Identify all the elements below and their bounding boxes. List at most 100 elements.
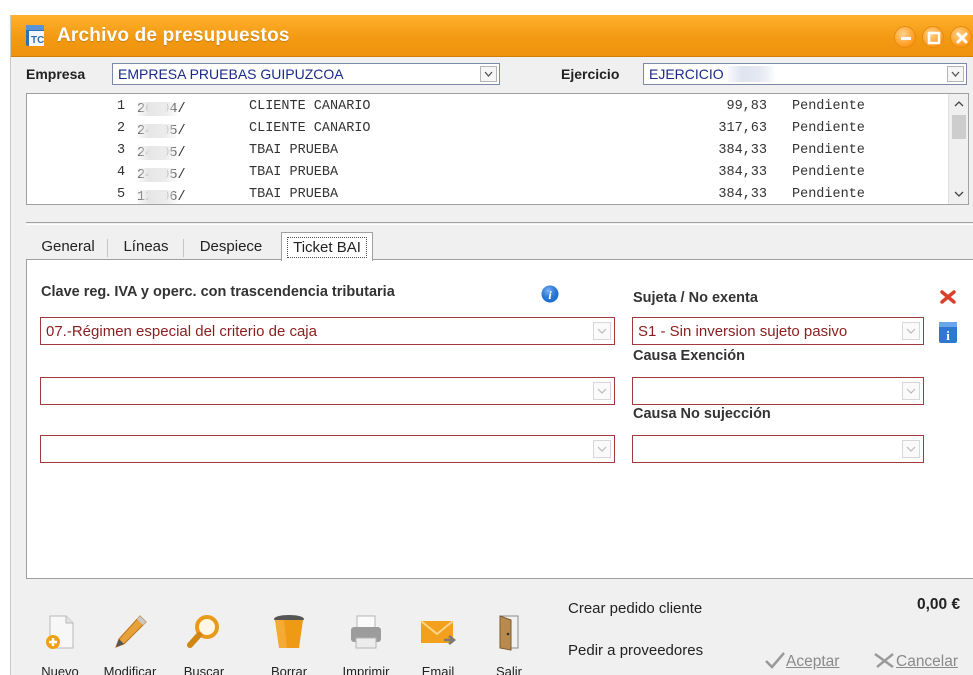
row-number: 4 <box>117 165 126 180</box>
row-amount: 317,63 <box>718 121 767 136</box>
ticket-bai-panel: Clave reg. IVA y operc. con trascendenci… <box>26 259 973 579</box>
row-client: CLIENTE CANARIO <box>249 121 371 136</box>
close-button[interactable] <box>950 26 972 48</box>
row-number: 3 <box>117 143 126 158</box>
row-number: 5 <box>117 187 126 202</box>
search-button[interactable]: Buscar <box>174 612 234 675</box>
maximize-button[interactable] <box>922 26 944 48</box>
svg-text:TC: TC <box>31 35 44 46</box>
row-status: Pendiente <box>792 121 865 136</box>
chevron-down-icon[interactable] <box>480 66 497 82</box>
chevron-down-icon[interactable] <box>947 66 964 82</box>
info-document-icon[interactable]: i <box>937 319 959 345</box>
app-icon: TC <box>26 25 44 46</box>
accept-button[interactable]: Aceptar <box>764 651 839 671</box>
info-icon[interactable]: i <box>541 285 559 303</box>
tab-despiece-label: Despiece <box>199 238 263 255</box>
redacted-year <box>137 168 177 182</box>
sujeta-select[interactable]: S1 - Sin inversion sujeto pasivo <box>632 317 924 345</box>
delete-button[interactable]: Borrar <box>259 612 319 675</box>
chevron-down-icon[interactable] <box>902 440 920 458</box>
row-status: Pendiente <box>792 165 865 180</box>
delete-label: Borrar <box>270 664 308 675</box>
row-client: TBAI PRUEBA <box>249 165 339 180</box>
delete-icon[interactable] <box>939 288 957 306</box>
empresa-label: Empresa <box>26 66 86 82</box>
row-client: CLIENTE CANARIO <box>249 99 371 114</box>
empresa-select[interactable]: EMPRESA PRUEBAS GUIPUZCOA <box>112 63 500 85</box>
row-status: Pendiente <box>792 187 865 202</box>
budget-archive-window: TC Archivo de presupuestos Empresa EMPRE… <box>10 15 973 675</box>
empresa-value: EMPRESA PRUEBAS GUIPUZCOA <box>118 66 344 82</box>
causa-no-sujeccion-select[interactable] <box>632 435 924 463</box>
tab-divider <box>183 239 184 257</box>
list-item[interactable]: 224/05/CLIENTE CANARIO317,63Pendiente <box>27 118 947 140</box>
create-customer-order-link[interactable]: Crear pedido cliente <box>568 600 702 617</box>
cancel-button[interactable]: Cancelar <box>872 651 958 671</box>
tab-lineas[interactable]: Líneas <box>111 232 181 260</box>
causa-exencion-label: Causa Exención <box>633 348 746 364</box>
row-number: 1 <box>117 99 126 114</box>
chevron-down-icon[interactable] <box>902 382 920 400</box>
close-icon <box>956 32 968 44</box>
pencil-icon <box>115 615 147 648</box>
chevron-down-icon[interactable] <box>593 440 611 458</box>
trash-bin-icon <box>274 615 304 648</box>
tab-ticket-bai[interactable]: Ticket BAI <box>281 232 373 261</box>
redacted-year <box>137 102 177 116</box>
magnifier-icon <box>187 615 219 648</box>
title-bar[interactable]: TC Archivo de presupuestos <box>11 15 973 57</box>
clave-select-1[interactable]: 07.-Régimen especial del criterio de caj… <box>40 317 615 345</box>
redacted-year <box>137 146 177 160</box>
search-label: Buscar <box>183 664 225 675</box>
envelope-icon <box>420 620 457 645</box>
row-status: Pendiente <box>792 99 865 114</box>
redacted-year <box>727 66 774 82</box>
ejercicio-select[interactable]: EJERCICIO <box>643 63 967 85</box>
modify-button[interactable]: Modificar <box>100 612 160 675</box>
vertical-scrollbar[interactable] <box>948 94 968 204</box>
list-item[interactable]: 324/05/TBAI PRUEBA384,33Pendiente <box>27 140 947 162</box>
chevron-down-icon[interactable] <box>593 382 611 400</box>
redacted-year <box>137 190 177 204</box>
splitter[interactable] <box>26 222 973 225</box>
list-item[interactable]: 512/06/TBAI PRUEBA384,33Pendiente <box>27 184 947 204</box>
budget-list[interactable]: 126/04/CLIENTE CANARIO99,83Pendiente224/… <box>26 93 969 205</box>
tab-general-label: General <box>41 238 95 255</box>
new-document-icon <box>46 615 74 649</box>
tab-general[interactable]: General <box>31 232 105 260</box>
minimize-button[interactable] <box>894 26 916 48</box>
exit-button[interactable]: Salir <box>479 612 539 675</box>
chevron-down-icon[interactable] <box>902 322 920 340</box>
print-button[interactable]: Imprimir <box>336 612 396 675</box>
minimize-icon <box>901 37 911 40</box>
causa-no-sujeccion-label: Causa No sujección <box>633 406 771 422</box>
tab-despiece[interactable]: Despiece <box>187 232 275 260</box>
sujeta-value: S1 - Sin inversion sujeto pasivo <box>638 323 848 340</box>
exit-label: Salir <box>495 664 522 675</box>
clave-value-1: 07.-Régimen especial del criterio de caj… <box>46 323 317 340</box>
redacted-year <box>137 124 177 138</box>
order-from-suppliers-link[interactable]: Pedir a proveedores <box>568 642 703 659</box>
email-button[interactable]: Email <box>408 612 468 675</box>
accept-label: Aceptar <box>786 653 840 670</box>
causa-exencion-select[interactable] <box>632 377 924 405</box>
cancel-label: Cancelar <box>896 653 959 670</box>
tab-divider <box>107 239 108 257</box>
sujeta-label: Sujeta / No exenta <box>633 290 758 306</box>
chevron-down-icon[interactable] <box>593 322 611 340</box>
row-client: TBAI PRUEBA <box>249 143 339 158</box>
new-button[interactable]: Nuevo <box>30 612 90 675</box>
clave-label: Clave reg. IVA y operc. con trascendenci… <box>41 284 395 300</box>
print-label: Imprimir <box>342 664 390 675</box>
checkmark-icon <box>765 652 785 669</box>
total-amount: 0,00 € <box>917 596 961 613</box>
clave-select-3[interactable] <box>40 435 615 463</box>
exit-door-icon <box>499 615 519 651</box>
svg-text:i: i <box>946 328 950 343</box>
row-number: 2 <box>117 121 126 136</box>
tab-lineas-label: Líneas <box>123 238 169 255</box>
list-item[interactable]: 126/04/CLIENTE CANARIO99,83Pendiente <box>27 96 947 118</box>
clave-select-2[interactable] <box>40 377 615 405</box>
list-item[interactable]: 424/05/TBAI PRUEBA384,33Pendiente <box>27 162 947 184</box>
